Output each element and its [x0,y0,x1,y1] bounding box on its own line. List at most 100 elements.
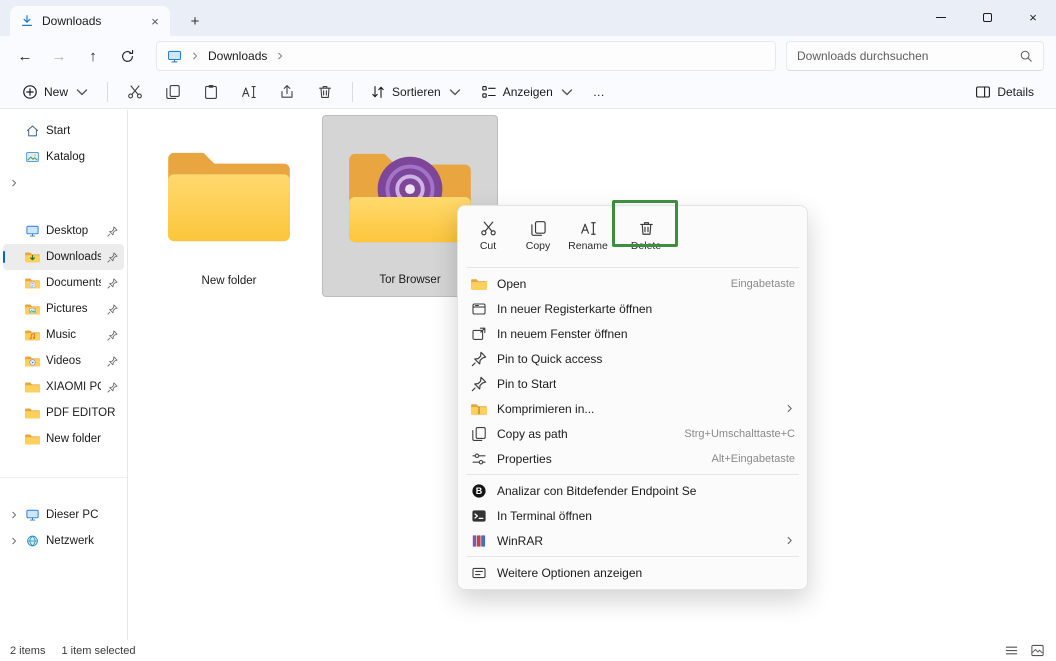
file-tile-new-folder[interactable]: New folder [141,115,317,297]
explorer-tab-downloads[interactable]: Downloads × [10,6,170,36]
minimize-button[interactable] [918,0,964,35]
up-button[interactable]: ↑ [76,41,110,71]
forward-button[interactable]: → [42,41,76,71]
refresh-icon [120,49,135,64]
more-options-icon [470,564,487,581]
thumbnail-view-icon [1030,643,1045,658]
tab-close-button[interactable]: × [146,12,164,30]
more-options-button[interactable]: … [585,78,613,106]
this-pc-icon [25,508,40,522]
menu-item-pin-quick-access[interactable]: Pin to Quick access [462,346,803,371]
context-menu: Cut Copy Rename Delete Open Eingabetaste… [457,205,808,590]
sidebar-item-downloads[interactable]: Downloads [3,244,124,270]
cut-icon [480,220,497,237]
menu-divider [466,474,799,475]
folder-icon [168,152,290,242]
search-input[interactable] [797,49,1011,63]
plus-circle-icon [22,84,38,100]
window-controls: × [918,0,1056,35]
sidebar-item-new-folder[interactable]: New folder [3,426,124,452]
toolbar-divider [352,82,354,102]
toolbar-divider [107,82,109,102]
menu-item-open-new-window[interactable]: In neuem Fenster öffnen [462,321,803,346]
view-button-label: Anzeigen [502,85,553,99]
copy-button[interactable] [155,78,191,106]
chevron-down-icon [559,84,575,100]
share-button[interactable] [269,78,305,106]
folder-icon [25,432,40,446]
view-button[interactable]: Anzeigen [473,78,583,106]
menu-item-open-new-tab[interactable]: In neuer Registerkarte öffnen [462,296,803,321]
menu-item-properties[interactable]: Properties Alt+Eingabetaste [462,446,803,471]
winrar-icon [470,532,487,549]
menu-item-copy-as-path[interactable]: Copy as path Strg+Umschalttaste+C [462,421,803,446]
sidebar-item-documents[interactable]: Documents [3,270,124,296]
sidebar-expander[interactable] [3,170,124,196]
minimize-icon [936,17,946,18]
maximize-icon [982,13,992,22]
sidebar-divider [0,476,127,478]
copy-icon [530,220,547,237]
thumbnail-view-button[interactable] [1030,643,1046,659]
trash-icon [317,84,333,100]
videos-folder-icon [25,354,40,368]
delete-button[interactable] [307,78,343,106]
sidebar-item-netzwerk[interactable]: Netzwerk [3,528,124,554]
sidebar-item-pictures[interactable]: Pictures [3,296,124,322]
sidebar-item-start[interactable]: Start [3,118,124,144]
delete-button[interactable]: Delete [622,214,670,258]
close-button[interactable]: × [1010,0,1056,35]
menu-item-show-more-options[interactable]: Weitere Optionen anzeigen [462,560,803,585]
pictures-folder-icon [25,302,40,316]
list-view-icon [1004,643,1019,658]
menu-item-winrar[interactable]: WinRAR [462,528,803,553]
properties-icon [470,450,487,467]
chevron-right-icon[interactable] [9,510,19,520]
details-pane-icon [975,84,991,100]
sort-button[interactable]: Sortieren [362,78,471,106]
pin-icon [107,252,118,263]
sidebar-item-xiaomi-poco[interactable]: XIAOMI POCO F [3,374,124,400]
chevron-right-icon[interactable] [9,536,19,546]
selected-count: 1 item selected [61,644,136,657]
paste-button[interactable] [193,78,229,106]
details-pane-button[interactable]: Details [967,78,1042,106]
sort-button-label: Sortieren [392,85,441,99]
menu-item-open[interactable]: Open Eingabetaste [462,271,803,296]
location-icon [167,49,182,64]
command-toolbar: New Sortieren Anzeigen … Details [0,76,1056,109]
sidebar-item-katalog[interactable]: Katalog [3,144,124,170]
breadcrumb-downloads[interactable]: Downloads [208,49,267,63]
pin-icon [107,330,118,341]
copy-button[interactable]: Copy [514,214,562,258]
sidebar-item-music[interactable]: Music [3,322,124,348]
maximize-button[interactable] [964,0,1010,35]
cut-button[interactable]: Cut [464,214,512,258]
rename-button[interactable]: Rename [564,214,612,258]
search-bar [786,41,1044,71]
chevron-right-icon[interactable] [190,51,200,61]
pin-icon [107,226,118,237]
search-icon[interactable] [1019,49,1033,63]
zip-folder-icon [470,400,487,417]
menu-item-bitdefender-scan[interactable]: Analizar con Bitdefender Endpoint Se [462,478,803,503]
menu-item-compress[interactable]: Komprimieren in... [462,396,803,421]
sidebar-item-dieser-pc[interactable]: Dieser PC [3,502,124,528]
menu-item-open-in-terminal[interactable]: In Terminal öffnen [462,503,803,528]
chevron-right-icon[interactable] [275,51,285,61]
back-button[interactable]: ← [8,41,42,71]
new-tab-button[interactable]: + [182,9,208,33]
list-view-button[interactable] [1004,643,1020,659]
home-icon [25,124,40,138]
refresh-button[interactable] [110,41,144,71]
sidebar-item-desktop[interactable]: Desktop [3,218,124,244]
new-button[interactable]: New [14,78,98,106]
context-menu-quick-actions: Cut Copy Rename Delete [462,210,803,264]
cut-button[interactable] [117,78,153,106]
menu-item-pin-to-start[interactable]: Pin to Start [462,371,803,396]
sidebar-item-videos[interactable]: Videos [3,348,124,374]
sidebar-item-pdf-editor[interactable]: PDF EDITOR [3,400,124,426]
address-bar[interactable]: Downloads [156,41,776,71]
rename-button[interactable] [231,78,267,106]
